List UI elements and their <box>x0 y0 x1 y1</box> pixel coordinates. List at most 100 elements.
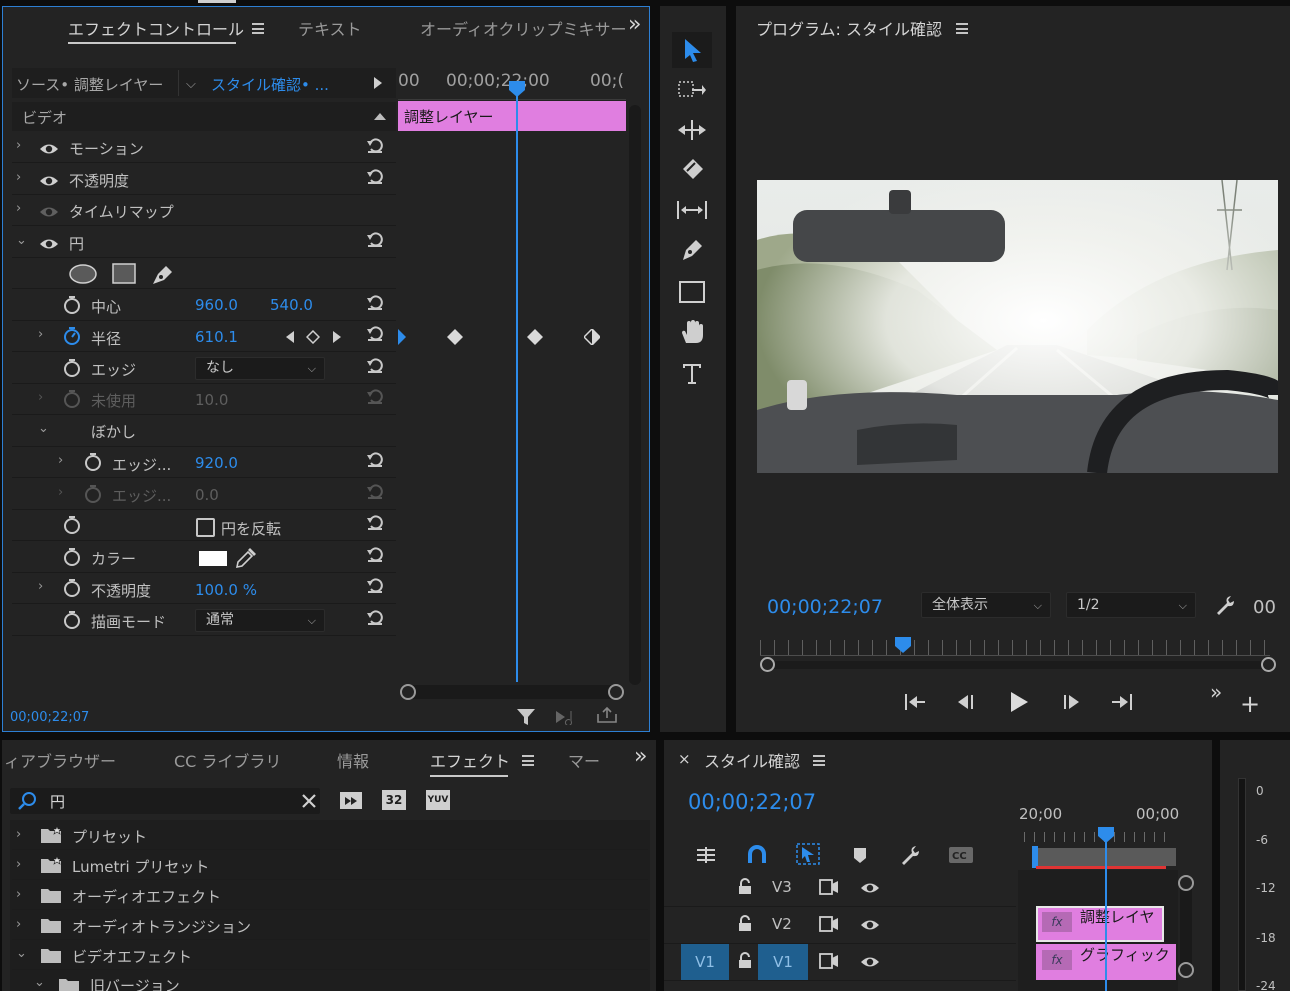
work-area-in[interactable] <box>1032 846 1038 868</box>
panel-menu-icon[interactable] <box>956 23 968 34</box>
lock-icon[interactable] <box>738 915 752 932</box>
collapse-chevron-icon[interactable]: ⌄ <box>38 421 49 436</box>
add-marker-icon[interactable] <box>853 847 867 865</box>
keyframe-diamond[interactable] <box>527 329 543 345</box>
pen-tool[interactable] <box>672 232 712 268</box>
radius-value[interactable]: 610.1 <box>195 328 238 346</box>
panel-menu-icon[interactable] <box>252 23 264 34</box>
reset-icon[interactable] <box>365 607 385 627</box>
stopwatch-icon[interactable] <box>63 295 81 315</box>
center-x-value[interactable]: 960.0 <box>195 296 238 314</box>
play-icon[interactable] <box>1008 690 1030 714</box>
collapse-chevron-icon[interactable]: ⌄ <box>34 975 45 990</box>
track-target-v1[interactable]: V1 <box>758 944 808 980</box>
rect-mask-icon[interactable] <box>112 263 136 285</box>
search-value[interactable]: 円 <box>50 791 65 812</box>
tab-info[interactable]: 情報 <box>337 748 369 772</box>
program-timecode[interactable]: 00;00;22;07 <box>767 596 883 618</box>
lock-icon[interactable] <box>738 952 752 969</box>
rectangle-tool[interactable] <box>672 274 712 310</box>
stopwatch-icon[interactable] <box>63 515 81 535</box>
tab-audio-clip-mixer[interactable]: オーディオクリップミキサー <box>420 16 627 40</box>
next-keyframe-icon[interactable] <box>332 330 342 344</box>
eye-icon[interactable] <box>860 918 880 932</box>
add-button-icon[interactable]: + <box>1240 690 1260 718</box>
resolution-dropdown[interactable]: 1/2 ⌵ <box>1066 592 1196 618</box>
filter-icon[interactable] <box>516 707 538 727</box>
color-swatch[interactable] <box>199 551 227 566</box>
stopwatch-active-icon[interactable] <box>63 326 81 346</box>
zoom-dropdown[interactable]: 全体表示 ⌵ <box>921 592 1051 618</box>
panel-menu-icon[interactable] <box>522 755 534 766</box>
close-tab-icon[interactable]: × <box>678 750 691 768</box>
eye-icon[interactable] <box>39 174 59 188</box>
eye-icon[interactable] <box>39 237 59 251</box>
tab-media-browser[interactable]: ィアブラウザー <box>4 748 116 772</box>
stopwatch-icon[interactable] <box>63 578 81 598</box>
yuv-badge[interactable]: YUV <box>426 790 450 810</box>
razor-tool[interactable] <box>672 152 712 188</box>
timeline-timecode[interactable]: 00;00;22;07 <box>688 790 816 814</box>
sync-icon[interactable] <box>819 879 839 895</box>
reset-icon[interactable] <box>365 166 385 186</box>
step-back-icon[interactable] <box>955 692 977 712</box>
expand-chevron-icon[interactable]: › <box>16 170 21 185</box>
effect-vscroll[interactable] <box>629 105 641 685</box>
invert-checkbox[interactable] <box>196 518 215 537</box>
ripple-edit-tool[interactable] <box>672 112 712 148</box>
expand-chevron-icon[interactable]: › <box>16 887 21 902</box>
export-icon[interactable] <box>596 706 618 724</box>
reset-icon[interactable] <box>365 135 385 155</box>
overflow-icon[interactable]: » <box>634 744 647 769</box>
eyedropper-icon[interactable] <box>234 547 256 569</box>
center-y-value[interactable]: 540.0 <box>270 296 313 314</box>
sync-icon[interactable] <box>819 953 839 969</box>
zoom-handle-left[interactable] <box>760 657 775 672</box>
accelerated-effects-icon[interactable] <box>339 789 363 811</box>
reset-icon[interactable] <box>365 355 385 375</box>
program-playhead[interactable] <box>894 636 912 654</box>
chevron-down-icon[interactable]: ⌵ <box>186 77 196 92</box>
track-select-tool[interactable] <box>672 72 712 108</box>
wrench-icon[interactable] <box>1214 594 1238 616</box>
linked-selection-icon[interactable] <box>796 843 820 865</box>
add-keyframe-icon[interactable] <box>306 330 320 344</box>
row-blur[interactable] <box>12 416 396 447</box>
selection-tool[interactable] <box>672 32 712 68</box>
blend-dropdown[interactable]: 通常 ⌵ <box>195 609 325 632</box>
sync-icon[interactable] <box>819 916 839 932</box>
eye-icon[interactable] <box>39 142 59 156</box>
expand-chevron-icon[interactable]: › <box>38 327 43 342</box>
keyframe-diamond[interactable] <box>447 329 463 345</box>
zoom-handle-right[interactable] <box>1261 657 1276 672</box>
hscroll-handle-right[interactable] <box>608 684 624 700</box>
timeline-vscroll[interactable] <box>1180 882 1192 972</box>
collapse-chevron-icon[interactable]: ⌄ <box>16 946 27 961</box>
reset-icon[interactable] <box>365 292 385 312</box>
source-patch-v1[interactable]: V1 <box>681 944 729 980</box>
opacity2-value[interactable]: 100.0 % <box>195 581 257 599</box>
vscroll-handle-bottom[interactable] <box>1178 962 1194 978</box>
expand-chevron-icon[interactable]: › <box>16 917 21 932</box>
stopwatch-icon[interactable] <box>63 358 81 378</box>
go-to-out-icon[interactable] <box>1110 692 1134 712</box>
program-zoom-bar[interactable] <box>770 661 1264 669</box>
type-tool[interactable] <box>672 356 712 392</box>
reset-icon[interactable] <box>365 449 385 469</box>
expand-chevron-icon[interactable]: › <box>16 857 21 872</box>
pen-mask-icon[interactable] <box>150 262 176 286</box>
wrench-icon[interactable] <box>899 844 923 866</box>
expand-chevron-icon[interactable]: › <box>38 579 43 594</box>
stopwatch-icon[interactable] <box>63 547 81 567</box>
edge-dropdown[interactable]: なし ⌵ <box>195 357 325 380</box>
reset-icon[interactable] <box>365 544 385 564</box>
play-arrow-icon[interactable] <box>373 76 383 90</box>
ellipse-mask-icon[interactable] <box>68 264 98 284</box>
reset-icon[interactable] <box>365 512 385 532</box>
step-forward-icon[interactable] <box>1060 692 1082 712</box>
stopwatch-icon[interactable] <box>84 452 102 472</box>
tab-text[interactable]: テキスト <box>298 16 362 40</box>
tab-effects[interactable]: エフェクト <box>430 748 510 772</box>
effect-hscroll[interactable] <box>402 685 622 699</box>
go-to-in-icon[interactable] <box>903 692 927 712</box>
